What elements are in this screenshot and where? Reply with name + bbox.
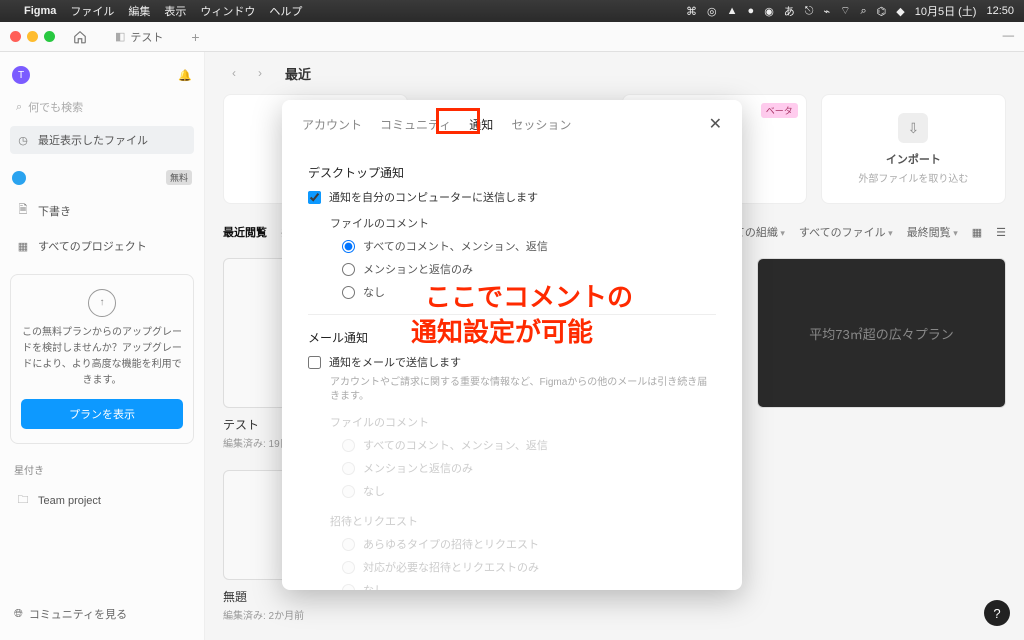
traffic-lights[interactable]	[10, 31, 55, 42]
app-name[interactable]: Figma	[24, 5, 56, 17]
section-desktop-title: デスクトップ通知	[308, 164, 716, 181]
radio-label: すべてのコメント、メンション、返信	[363, 437, 548, 453]
window-titlebar: ◧ テスト + ─	[0, 22, 1024, 52]
radio-input	[342, 538, 355, 551]
radio-input	[342, 561, 355, 574]
modal-tabs: アカウント コミュニティ 通知 セッション ✕	[282, 100, 742, 148]
wifi-icon[interactable]: ⌔	[840, 4, 850, 18]
radio-mentions[interactable]: メンションと返信のみ	[342, 261, 716, 277]
close-button[interactable]: ✕	[709, 114, 722, 134]
email-note: アカウントやご請求に関する重要な情報など、Figmaからの他のメールは引き続き届…	[330, 376, 716, 404]
status-icon: ◉	[764, 5, 774, 18]
radio-none-invites: なし	[342, 582, 716, 590]
file-comments-label: ファイルのコメント	[330, 215, 716, 231]
status-lang[interactable]: あ	[784, 3, 795, 19]
radio-none: なし	[342, 483, 716, 499]
radio-input[interactable]	[342, 286, 355, 299]
desktop-checkbox[interactable]	[308, 191, 321, 204]
section-email-title: メール通知	[308, 329, 716, 346]
macos-menubar: Figma ファイル 編集 表示 ウィンドウ ヘルプ ⌘ ◎ ▲ ● ◉ あ ⎋…	[0, 0, 1024, 22]
menu-window[interactable]: ウィンドウ	[200, 3, 255, 19]
siri-icon[interactable]: ◆	[896, 5, 904, 18]
control-center-icon[interactable]: ⌬	[877, 5, 887, 18]
radio-input	[342, 439, 355, 452]
help-button[interactable]: ?	[984, 600, 1010, 626]
window-menu-icon[interactable]: ─	[1003, 28, 1014, 46]
radio-label: 対応が必要な招待とリクエストのみ	[363, 559, 539, 575]
invites-label: 招待とリクエスト	[330, 513, 716, 529]
settings-modal: アカウント コミュニティ 通知 セッション ✕ デスクトップ通知 通知を自分のコ…	[282, 100, 742, 590]
radio-input	[342, 462, 355, 475]
menu-edit[interactable]: 編集	[128, 3, 150, 19]
status-icon: ▲	[727, 5, 738, 17]
search-icon[interactable]: ⌕	[860, 5, 866, 18]
radio-none[interactable]: なし	[342, 284, 716, 300]
status-icon: ⌘	[686, 5, 697, 18]
status-icon: ●	[748, 5, 755, 17]
radio-label: すべてのコメント、メンション、返信	[363, 238, 548, 254]
checkbox-label: 通知を自分のコンピューターに送信します	[329, 189, 538, 205]
tab-home[interactable]	[63, 26, 97, 48]
radio-input[interactable]	[342, 263, 355, 276]
modal-tab-sessions[interactable]: セッション	[511, 116, 571, 133]
modal-overlay: アカウント コミュニティ 通知 セッション ✕ デスクトップ通知 通知を自分のコ…	[0, 52, 1024, 640]
checkbox-label: 通知をメールで送信します	[329, 354, 461, 370]
radio-all-comments: すべてのコメント、メンション、返信	[342, 437, 716, 453]
radio-label: あらゆるタイプの招待とリクエスト	[363, 536, 539, 552]
radio-label: なし	[363, 582, 385, 590]
menu-view[interactable]: 表示	[164, 3, 186, 19]
tab-label: テスト	[130, 29, 163, 45]
battery-icon: ⌁	[824, 5, 831, 18]
radio-input[interactable]	[342, 240, 355, 253]
file-icon: ◧	[115, 30, 125, 43]
bluetooth-icon[interactable]: ⎋	[805, 5, 814, 18]
radio-label: なし	[363, 284, 385, 300]
radio-required-invites: 対応が必要な招待とリクエストのみ	[342, 559, 716, 575]
menubar-date[interactable]: 10月5日 (土)	[915, 3, 977, 19]
tab-new[interactable]: +	[181, 25, 209, 49]
radio-all-comments[interactable]: すべてのコメント、メンション、返信	[342, 238, 716, 254]
email-checkbox-row[interactable]: 通知をメールで送信します	[308, 354, 716, 370]
home-icon	[73, 30, 87, 44]
menu-help[interactable]: ヘルプ	[269, 3, 302, 19]
radio-all-invites: あらゆるタイプの招待とリクエスト	[342, 536, 716, 552]
radio-label: なし	[363, 483, 385, 499]
menubar-time[interactable]: 12:50	[986, 5, 1014, 17]
email-file-comments-label: ファイルのコメント	[330, 414, 716, 430]
modal-body: デスクトップ通知 通知を自分のコンピューターに送信します ファイルのコメント す…	[282, 148, 742, 590]
radio-label: メンションと返信のみ	[363, 460, 473, 476]
radio-label: メンションと返信のみ	[363, 261, 473, 277]
radio-input	[342, 584, 355, 591]
annotation-highlight	[436, 108, 480, 134]
modal-tab-account[interactable]: アカウント	[302, 116, 362, 133]
radio-input	[342, 485, 355, 498]
menu-file[interactable]: ファイル	[70, 3, 114, 19]
status-icon: ◎	[707, 5, 717, 18]
radio-mentions: メンションと返信のみ	[342, 460, 716, 476]
desktop-checkbox-row[interactable]: 通知を自分のコンピューターに送信します	[308, 189, 716, 205]
email-checkbox[interactable]	[308, 356, 321, 369]
tab-file[interactable]: ◧ テスト	[105, 25, 173, 49]
